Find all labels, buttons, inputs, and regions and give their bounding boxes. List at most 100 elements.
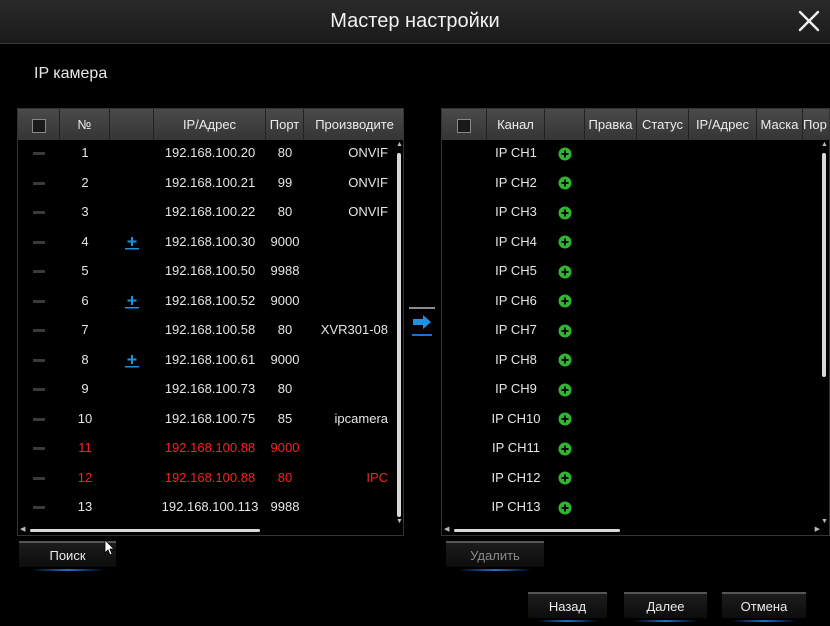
col-vendor[interactable]: Производите — [304, 109, 405, 140]
add-camera-cell[interactable] — [110, 347, 154, 373]
add-camera-icon[interactable] — [124, 293, 140, 309]
row-select[interactable] — [18, 347, 60, 373]
col-ip[interactable]: IP/Адрес — [154, 109, 266, 140]
channel-row[interactable]: IP CH2 — [442, 170, 829, 196]
scroll-right-icon[interactable]: ▶ — [815, 526, 820, 533]
row-select[interactable] — [18, 288, 60, 314]
plus-circle-icon[interactable] — [558, 265, 572, 279]
select-all-channels-checkbox[interactable] — [442, 109, 487, 140]
table-row[interactable]: 1 192.168.100.20 80 ONVIF — [18, 140, 403, 166]
scroll-up-icon[interactable]: ▲ — [396, 141, 403, 148]
channel-hscroll-thumb[interactable] — [454, 529, 620, 532]
table-row[interactable]: 13 192.168.100.113 9988 — [18, 494, 403, 520]
row-select[interactable] — [18, 140, 60, 166]
table-row[interactable]: 10 192.168.100.75 85 ipcamera — [18, 406, 403, 432]
channel-row[interactable]: IP CH8 — [442, 347, 829, 373]
row-select[interactable] — [18, 435, 60, 461]
table-row[interactable]: 3 192.168.100.22 80 ONVIF — [18, 199, 403, 225]
row-select[interactable] — [18, 317, 60, 343]
delete-button[interactable]: Удалить — [446, 541, 544, 571]
add-channel-cell[interactable] — [545, 258, 585, 284]
channel-row[interactable]: IP CH12 — [442, 465, 829, 491]
col-number[interactable]: № — [60, 109, 110, 140]
row-select[interactable] — [18, 494, 60, 520]
row-select[interactable] — [18, 229, 60, 255]
col-channel-port[interactable]: Пор — [803, 109, 830, 140]
table-row[interactable]: 11 192.168.100.88 9000 — [18, 435, 403, 461]
table-row[interactable]: 9 192.168.100.73 80 — [18, 376, 403, 402]
add-channel-cell[interactable] — [545, 288, 585, 314]
scroll-up-icon[interactable]: ▲ — [821, 141, 828, 148]
col-port[interactable]: Порт — [266, 109, 304, 140]
row-select[interactable] — [18, 406, 60, 432]
plus-circle-icon[interactable] — [558, 147, 572, 161]
add-camera-cell[interactable] — [110, 229, 154, 255]
row-select[interactable] — [18, 170, 60, 196]
search-button[interactable]: Поиск — [19, 541, 116, 571]
table-row[interactable]: 4 192.168.100.30 9000 — [18, 229, 403, 255]
col-edit[interactable]: Правка — [585, 109, 637, 140]
add-channel-cell[interactable] — [545, 317, 585, 343]
plus-circle-icon[interactable] — [558, 294, 572, 308]
row-select[interactable] — [18, 376, 60, 402]
scroll-down-icon[interactable]: ▼ — [396, 518, 403, 525]
channel-vscroll[interactable]: ▲ ▼ — [820, 141, 828, 525]
scroll-down-icon[interactable]: ▼ — [821, 518, 828, 525]
add-channel-cell[interactable] — [545, 435, 585, 461]
channel-row[interactable]: IP CH1 — [442, 140, 829, 166]
next-button[interactable]: Далее — [624, 592, 707, 622]
channel-vscroll-thumb[interactable] — [822, 153, 826, 377]
add-channel-cell[interactable] — [545, 170, 585, 196]
plus-circle-icon[interactable] — [558, 353, 572, 367]
row-select[interactable] — [18, 199, 60, 225]
table-row[interactable]: 8 192.168.100.61 9000 — [18, 347, 403, 373]
channel-row[interactable]: IP CH4 — [442, 229, 829, 255]
channel-row[interactable]: IP CH10 — [442, 406, 829, 432]
plus-circle-icon[interactable] — [558, 324, 572, 338]
add-camera-icon[interactable] — [124, 234, 140, 250]
channel-row[interactable]: IP CH6 — [442, 288, 829, 314]
table-row[interactable]: 7 192.168.100.58 80 XVR301-08 — [18, 317, 403, 343]
channel-row[interactable]: IP CH13 — [442, 494, 829, 520]
plus-circle-icon[interactable] — [558, 235, 572, 249]
close-button[interactable] — [796, 8, 822, 34]
add-channel-cell[interactable] — [545, 229, 585, 255]
select-all-checkbox[interactable] — [18, 109, 60, 140]
row-select[interactable] — [18, 258, 60, 284]
table-row[interactable]: 5 192.168.100.50 9988 — [18, 258, 403, 284]
add-camera-cell[interactable] — [110, 288, 154, 314]
col-status[interactable]: Статус — [637, 109, 689, 140]
col-channel-ip[interactable]: IP/Адрес — [689, 109, 757, 140]
table-row[interactable]: 2 192.168.100.21 99 ONVIF — [18, 170, 403, 196]
found-vscroll[interactable]: ▲ ▼ — [395, 141, 403, 525]
table-row[interactable]: 12 192.168.100.88 80 IPC — [18, 465, 403, 491]
found-vscroll-thumb[interactable] — [397, 153, 401, 517]
found-hscroll[interactable]: ◀ — [20, 526, 394, 534]
col-mask[interactable]: Маска — [757, 109, 803, 140]
col-channel[interactable]: Канал — [487, 109, 545, 140]
add-channel-cell[interactable] — [545, 140, 585, 166]
add-channel-cell[interactable] — [545, 199, 585, 225]
plus-circle-icon[interactable] — [558, 176, 572, 190]
add-channel-cell[interactable] — [545, 494, 585, 520]
add-channel-cell[interactable] — [545, 376, 585, 402]
found-hscroll-thumb[interactable] — [30, 529, 260, 532]
channel-row[interactable]: IP CH9 — [442, 376, 829, 402]
row-select[interactable] — [18, 465, 60, 491]
add-channel-cell[interactable] — [545, 465, 585, 491]
channel-hscroll[interactable]: ◀ ▶ — [444, 526, 820, 534]
back-button[interactable]: Назад — [528, 592, 607, 622]
channel-row[interactable]: IP CH3 — [442, 199, 829, 225]
channel-row[interactable]: IP CH5 — [442, 258, 829, 284]
add-camera-icon[interactable] — [124, 352, 140, 368]
channel-row[interactable]: IP CH11 — [442, 435, 829, 461]
plus-circle-icon[interactable] — [558, 501, 572, 515]
plus-circle-icon[interactable] — [558, 442, 572, 456]
scroll-left-icon[interactable]: ◀ — [20, 526, 25, 533]
plus-circle-icon[interactable] — [558, 412, 572, 426]
cancel-button[interactable]: Отмена — [722, 592, 806, 622]
table-row[interactable]: 6 192.168.100.52 9000 — [18, 288, 403, 314]
channel-row[interactable]: IP CH7 — [442, 317, 829, 343]
plus-circle-icon[interactable] — [558, 383, 572, 397]
add-channel-cell[interactable] — [545, 406, 585, 432]
